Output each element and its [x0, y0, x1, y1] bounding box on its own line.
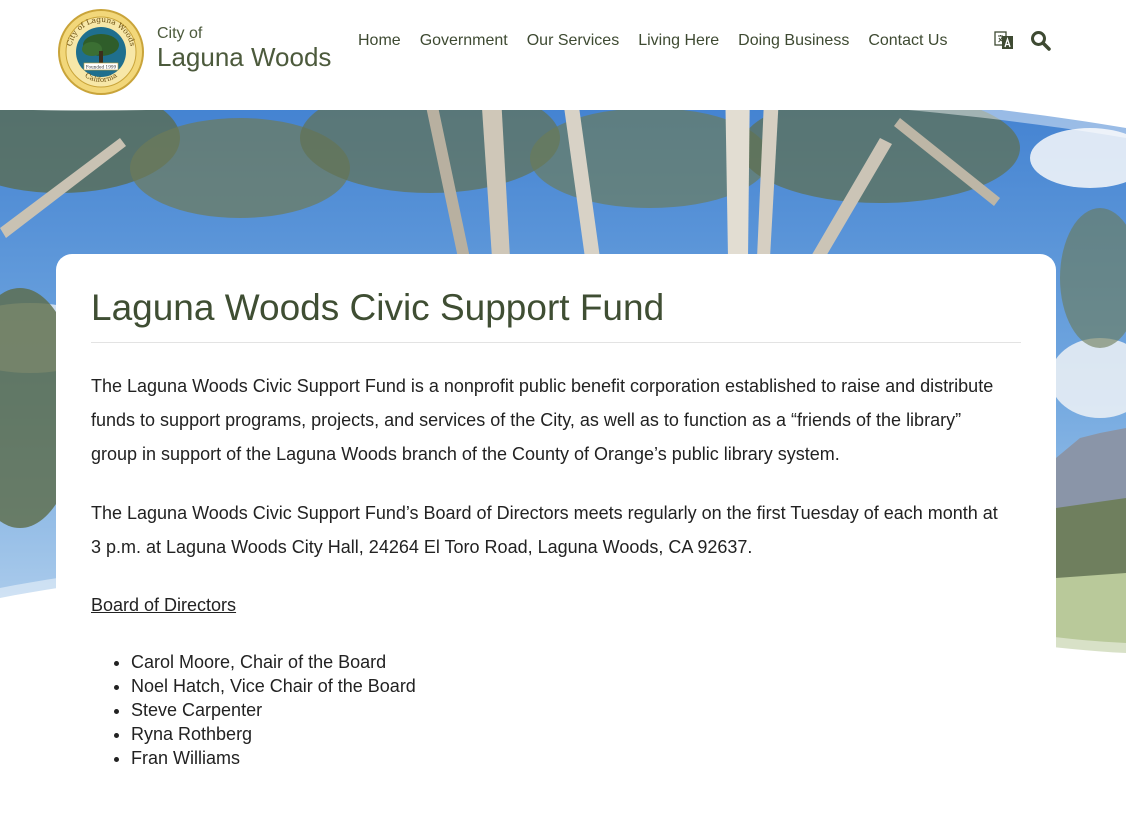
brand-line-2: Laguna Woods — [157, 42, 332, 72]
list-item: Fran Williams — [131, 746, 416, 770]
city-seal-logo[interactable]: City of Laguna Woods California Founded … — [58, 9, 144, 95]
search-icon[interactable] — [1030, 30, 1051, 51]
site-brand[interactable]: City of Laguna Woods — [157, 25, 331, 71]
meeting-paragraph: The Laguna Woods Civic Support Fund’s Bo… — [91, 503, 998, 557]
nav-government[interactable]: Government — [420, 31, 508, 51]
main-nav: Home Government Our Services Living Here… — [358, 31, 966, 51]
list-item: Carol Moore, Chair of the Board — [131, 650, 416, 674]
nav-contact-us[interactable]: Contact Us — [868, 31, 947, 51]
nav-home[interactable]: Home — [358, 31, 401, 51]
svg-text:Founded 1999: Founded 1999 — [86, 65, 117, 70]
board-members-list: Carol Moore, Chair of the Board Noel Hat… — [91, 650, 416, 770]
nav-doing-business[interactable]: Doing Business — [738, 31, 849, 51]
site-header: City of Laguna Woods California Founded … — [0, 0, 1126, 110]
content-card: Laguna Woods Civic Support Fund The Lagu… — [56, 254, 1056, 814]
board-of-directors-heading: Board of Directors — [91, 595, 237, 615]
list-item: Ryna Rothberg — [131, 722, 416, 746]
page-title: Laguna Woods Civic Support Fund — [91, 287, 665, 328]
list-item: Noel Hatch, Vice Chair of the Board — [131, 674, 416, 698]
nav-living-here[interactable]: Living Here — [638, 31, 719, 51]
nav-our-services[interactable]: Our Services — [527, 31, 619, 51]
intro-paragraph: The Laguna Woods Civic Support Fund is a… — [91, 376, 994, 464]
translate-icon[interactable] — [994, 30, 1014, 50]
brand-line-1: City of — [157, 25, 203, 42]
title-divider — [91, 342, 1021, 343]
list-item: Steve Carpenter — [131, 698, 416, 722]
